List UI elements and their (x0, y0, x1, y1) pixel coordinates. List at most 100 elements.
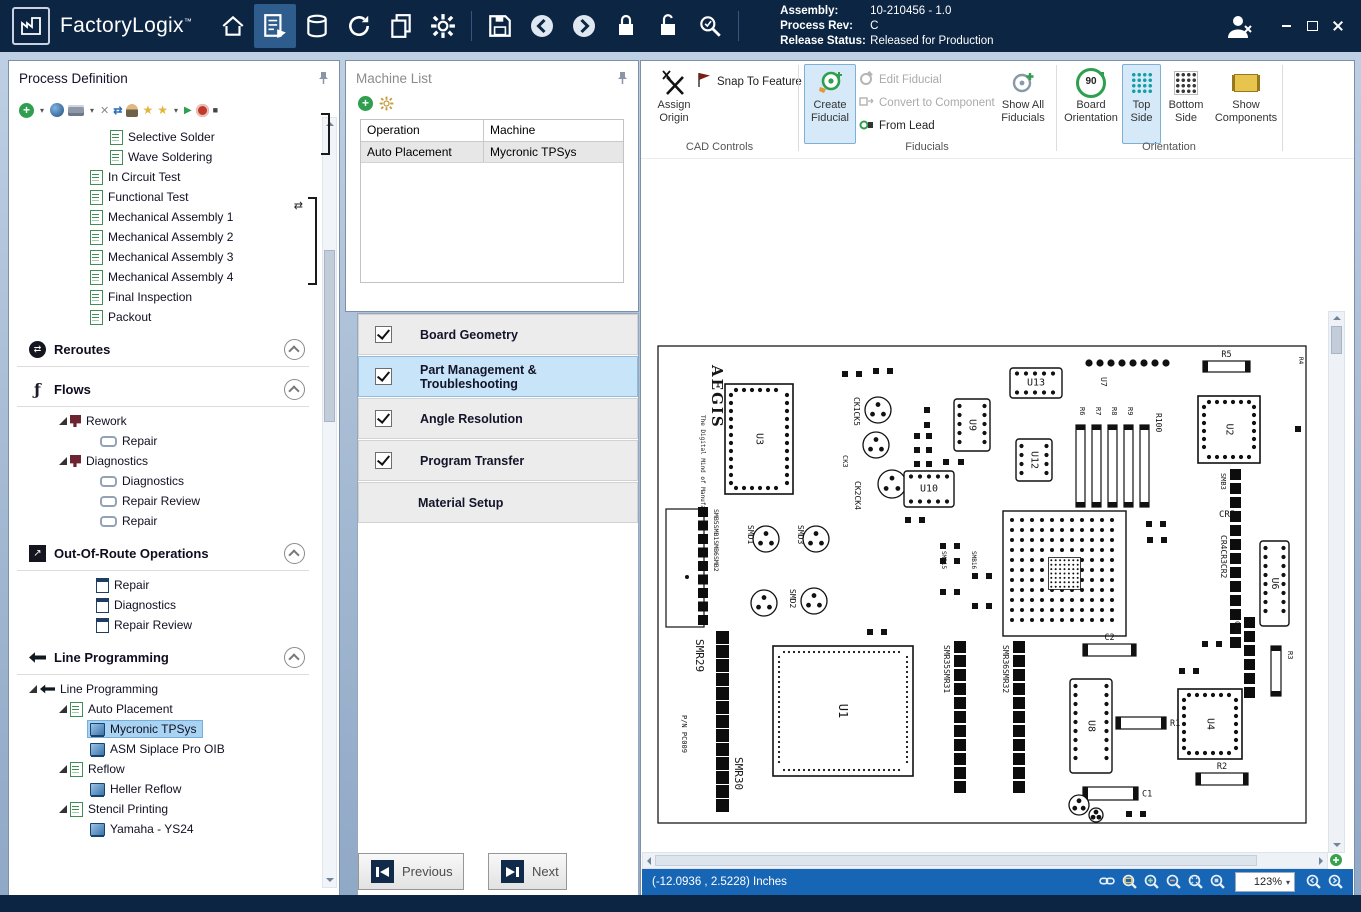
zoom-full-icon[interactable] (1329, 853, 1343, 867)
tree-item-stencil-printing[interactable]: Stencil Printing (9, 799, 317, 819)
canvas-hscrollbar[interactable] (642, 852, 1328, 869)
create-fiducial-button[interactable]: Create Fiducial (804, 64, 856, 144)
tree-item-repair-review[interactable]: Repair Review (9, 615, 317, 635)
scroll-left-icon[interactable] (647, 857, 651, 865)
expand-arrow-icon[interactable] (57, 705, 68, 713)
pin-icon[interactable] (617, 71, 628, 90)
snap-to-feature-button[interactable]: Snap To Feature (697, 72, 802, 91)
zoom-in-icon[interactable] (1143, 873, 1159, 892)
add-icon[interactable]: + (19, 103, 34, 118)
tree-item-mechanical-assembly-1[interactable]: Mechanical Assembly 1 (9, 207, 317, 227)
expand-arrow-icon[interactable] (57, 765, 68, 773)
scroll-up-icon[interactable] (1333, 316, 1341, 320)
star-icon[interactable]: ★ (157, 103, 168, 117)
section-out-of-route[interactable]: ↗ Out-Of-Route Operations (17, 539, 309, 571)
checklist-item-part-management-troubleshooting[interactable]: Part Management & Troubleshooting (358, 356, 638, 397)
tree-item-diagnostics[interactable]: Diagnostics (9, 595, 317, 615)
home-icon[interactable] (212, 4, 254, 48)
bottom-side-button[interactable]: Bottom Side (1162, 64, 1210, 144)
collapse-line-programming-button[interactable] (284, 647, 305, 668)
canvas-vscrollbar[interactable] (1328, 311, 1345, 853)
zoom-selection-icon[interactable] (1209, 873, 1225, 892)
back-icon[interactable] (521, 4, 563, 48)
add-icon[interactable]: + (358, 96, 373, 111)
collapse-flows-button[interactable] (284, 379, 305, 400)
lock-icon[interactable] (605, 4, 647, 48)
audit-search-icon[interactable] (689, 4, 731, 48)
materials-icon[interactable] (296, 4, 338, 48)
show-all-fiducials-button[interactable]: Show All Fiducials (993, 64, 1053, 144)
user-logout-icon[interactable] (1219, 6, 1259, 46)
expand-arrow-icon[interactable] (27, 685, 38, 693)
tree-item-in-circuit-test[interactable]: In Circuit Test (9, 167, 317, 187)
zoom-out-icon[interactable] (1165, 873, 1181, 892)
column-header-machine[interactable]: Machine (484, 120, 623, 141)
next-button[interactable]: Next (488, 853, 567, 890)
scroll-thumb[interactable] (655, 855, 1257, 866)
maximize-button[interactable] (1299, 15, 1325, 37)
unlock-icon[interactable] (647, 4, 689, 48)
collapse-reroutes-button[interactable] (284, 339, 305, 360)
top-side-button[interactable]: Top Side (1122, 64, 1161, 144)
from-lead-button[interactable]: From Lead (859, 117, 935, 135)
checkbox-icon[interactable] (375, 410, 392, 427)
zoom-window-icon[interactable] (1121, 873, 1137, 892)
start-icon[interactable]: ▶ (184, 105, 192, 116)
tree-item-auto-placement[interactable]: Auto Placement (9, 699, 317, 719)
print-icon[interactable] (68, 105, 84, 116)
gear-icon[interactable] (379, 96, 394, 111)
section-reroutes[interactable]: ⇄ Reroutes (17, 335, 309, 367)
sync-icon[interactable] (338, 4, 380, 48)
tree-item-repair[interactable]: Repair (9, 575, 317, 595)
stop-icon[interactable] (196, 104, 209, 117)
close-button[interactable] (1325, 15, 1351, 37)
expand-arrow-icon[interactable] (57, 417, 68, 425)
zoom-extents-icon[interactable] (1187, 873, 1203, 892)
pin-icon[interactable] (318, 71, 329, 90)
expand-arrow-icon[interactable] (57, 805, 68, 813)
section-line-programming[interactable]: Line Programming (17, 643, 309, 675)
tree-item-mycronic-tpsys[interactable]: Mycronic TPSys (9, 719, 317, 739)
zoom-level-select[interactable]: 123%▾ (1235, 872, 1295, 892)
tree-item-yamaha-ys24[interactable]: Yamaha - YS24 (9, 819, 317, 839)
expand-arrow-icon[interactable] (57, 457, 68, 465)
scroll-thumb[interactable] (324, 250, 335, 422)
tree-item-mechanical-assembly-4[interactable]: Mechanical Assembly 4 (9, 267, 317, 287)
tree-item-heller-reflow[interactable]: Heller Reflow (9, 779, 317, 799)
tree-item-reflow[interactable]: Reflow (9, 759, 317, 779)
caret-icon[interactable]: ▾ (88, 106, 96, 115)
board-orientation-button[interactable]: 90 Board Orientation (1062, 64, 1120, 144)
tree-item-asm-siplace-pro-oib[interactable]: ASM Siplace Pro OIB (9, 739, 317, 759)
checkbox-icon[interactable] (375, 368, 392, 385)
tree-item-final-inspection[interactable]: Final Inspection (9, 287, 317, 307)
column-header-operation[interactable]: Operation (361, 120, 484, 141)
checkbox-icon[interactable] (375, 326, 392, 343)
tree-item-mechanical-assembly-2[interactable]: Mechanical Assembly 2 (9, 227, 317, 247)
tree-item-line-programming[interactable]: Line Programming (9, 679, 317, 699)
user-icon[interactable] (126, 104, 138, 117)
route-icon[interactable]: ⇄ (113, 104, 122, 117)
section-flows[interactable]: ƒ Flows (17, 375, 309, 407)
globe-icon[interactable] (50, 103, 64, 117)
previous-button[interactable]: Previous (358, 853, 464, 890)
caret-icon[interactable]: ▾ (38, 106, 46, 115)
tree-item-repair-review[interactable]: Repair Review (9, 491, 317, 511)
tree-item-functional-test[interactable]: Functional Test (9, 187, 317, 207)
end-icon[interactable]: ■ (213, 105, 218, 115)
tree-item-wave-soldering[interactable]: Wave Soldering (9, 147, 317, 167)
process-definition-icon[interactable] (254, 4, 296, 48)
zoom-previous-icon[interactable] (1305, 873, 1321, 892)
forward-icon[interactable] (563, 4, 605, 48)
tree-item-packout[interactable]: Packout (9, 307, 317, 327)
link-zoom-icon[interactable] (1099, 873, 1115, 892)
tree-item-diagnostics[interactable]: Diagnostics (9, 451, 317, 471)
zoom-next-icon[interactable] (1327, 873, 1343, 892)
checklist-item-angle-resolution[interactable]: Angle Resolution (358, 398, 638, 439)
checklist-item-program-transfer[interactable]: Program Transfer (358, 440, 638, 481)
tree-item-repair[interactable]: Repair (9, 511, 317, 531)
tree-item-diagnostics[interactable]: Diagnostics (9, 471, 317, 491)
assign-origin-button[interactable]: Assign Origin (645, 64, 703, 144)
checklist-item-material-setup[interactable]: Material Setup (358, 482, 638, 523)
show-components-button[interactable]: Show Components (1213, 64, 1279, 144)
machine-row[interactable]: Auto PlacementMycronic TPSys (361, 142, 623, 163)
